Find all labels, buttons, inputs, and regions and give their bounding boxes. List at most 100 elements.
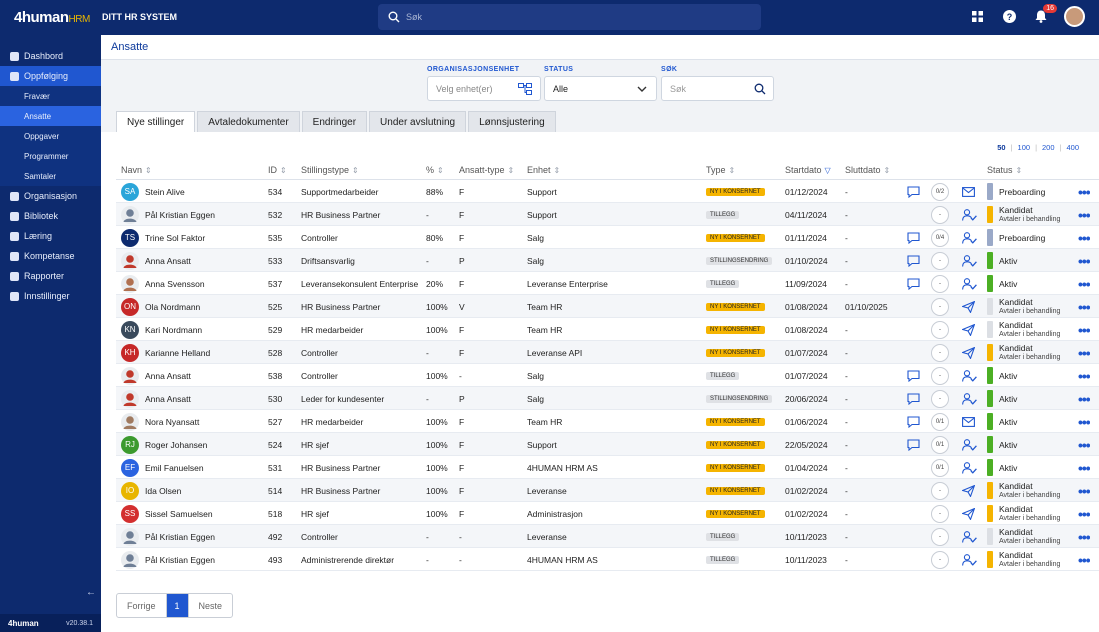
row-more-options-icon[interactable]: ••• — [1078, 272, 1090, 295]
task-progress-counter[interactable]: - — [931, 343, 949, 362]
task-progress-counter[interactable]: 0/2 — [931, 182, 949, 201]
page-size-50[interactable]: 50 — [997, 143, 1005, 152]
cell-name[interactable]: Pål Kristian Eggen — [121, 525, 266, 548]
cell-name[interactable]: Anna Ansatt — [121, 249, 266, 272]
row-more-options-icon[interactable]: ••• — [1078, 341, 1090, 364]
task-progress-counter[interactable]: - — [931, 366, 949, 385]
col-header-percent[interactable]: % ⇕ — [426, 160, 444, 180]
mail-icon[interactable] — [962, 410, 975, 433]
tab-avtaledokumenter[interactable]: Avtaledokumenter — [197, 111, 300, 132]
notifications-bell-icon[interactable]: 16 — [1032, 3, 1057, 26]
user-check-icon[interactable] — [962, 387, 977, 410]
task-progress-counter[interactable]: - — [931, 527, 949, 546]
global-search-input[interactable]: Søk — [378, 4, 761, 30]
sidebar-item-bibliotek[interactable]: Bibliotek — [0, 206, 101, 226]
cell-name[interactable]: Nora Nyansatt — [121, 410, 266, 433]
task-progress-counter[interactable]: 0/4 — [931, 228, 949, 247]
table-row[interactable]: SA Stein Alive 534 Supportmedarbeider 88% F Su… — [116, 180, 1099, 203]
task-progress-counter[interactable]: 0/1 — [931, 435, 949, 454]
cell-name[interactable]: KN Kari Nordmann — [121, 318, 266, 341]
cell-name[interactable]: KH Karianne Helland — [121, 341, 266, 364]
table-row[interactable]: SS Sissel Samuelsen 518 HR sjef 100% F Adminis… — [116, 502, 1099, 525]
chat-icon[interactable] — [907, 226, 920, 249]
sidebar-item-oppfolging[interactable]: Oppfølging — [0, 66, 101, 86]
col-header-employee-type[interactable]: Ansatt-type ⇕ — [459, 160, 514, 180]
tab-under-avslutning[interactable]: Under avslutning — [369, 111, 467, 132]
user-check-icon[interactable] — [962, 226, 977, 249]
task-progress-counter[interactable]: - — [931, 504, 949, 523]
user-check-icon[interactable] — [962, 525, 977, 548]
page-size-200[interactable]: 200 — [1042, 143, 1055, 152]
table-row[interactable]: Anna Ansatt 530 Leder for kundesenter - P Sal… — [116, 387, 1099, 410]
chat-icon[interactable] — [907, 387, 920, 410]
row-more-options-icon[interactable]: ••• — [1078, 502, 1090, 525]
cell-name[interactable]: TS Trine Sol Faktor — [121, 226, 266, 249]
cell-name[interactable]: SS Sissel Samuelsen — [121, 502, 266, 525]
row-more-options-icon[interactable]: ••• — [1078, 318, 1090, 341]
table-row[interactable]: RJ Roger Johansen 524 HR sjef 100% F Support NY… — [116, 433, 1099, 456]
col-header-name[interactable]: Navn ⇕ — [121, 160, 152, 180]
chat-icon[interactable] — [907, 410, 920, 433]
tab-lonnsjustering[interactable]: Lønnsjustering — [468, 111, 556, 132]
user-check-icon[interactable] — [962, 203, 977, 226]
chat-icon[interactable] — [907, 433, 920, 456]
send-icon[interactable] — [962, 295, 975, 318]
cell-name[interactable]: IO Ida Olsen — [121, 479, 266, 502]
table-row[interactable]: KH Karianne Helland 528 Controller - F Leveran… — [116, 341, 1099, 364]
sidebar-item-rapporter[interactable]: Rapporter — [0, 266, 101, 286]
col-header-id[interactable]: ID ⇕ — [268, 160, 287, 180]
cell-name[interactable]: Anna Ansatt — [121, 364, 266, 387]
table-row[interactable]: Anna Ansatt 533 Driftsansvarlig - P Salg STILL… — [116, 249, 1099, 272]
table-row[interactable]: Pål Kristian Eggen 492 Controller - - Leveran… — [116, 525, 1099, 548]
sidebar-subitem-programmer[interactable]: Programmer — [0, 146, 101, 166]
cell-name[interactable]: SA Stein Alive — [121, 180, 266, 203]
col-header-end-date[interactable]: Sluttdato ⇕ — [845, 160, 890, 180]
task-progress-counter[interactable]: - — [931, 389, 949, 408]
sidebar-subitem-fravaer[interactable]: Fravær — [0, 86, 101, 106]
sidebar-item-innstillinger[interactable]: Innstillinger — [0, 286, 101, 306]
chat-icon[interactable] — [907, 272, 920, 295]
user-check-icon[interactable] — [962, 249, 977, 272]
row-more-options-icon[interactable]: ••• — [1078, 479, 1090, 502]
table-row[interactable]: TS Trine Sol Faktor 535 Controller 80% F Salg N… — [116, 226, 1099, 249]
table-row[interactable]: Nora Nyansatt 527 HR medarbeider 100% F Team … — [116, 410, 1099, 433]
sidebar-item-organisasjon[interactable]: Organisasjon — [0, 186, 101, 206]
table-row[interactable]: ON Ola Nordmann 525 HR Business Partner 100%… — [116, 295, 1099, 318]
row-more-options-icon[interactable]: ••• — [1078, 249, 1090, 272]
page-size-400[interactable]: 400 — [1066, 143, 1079, 152]
col-header-position[interactable]: Stillingstype ⇕ — [301, 160, 359, 180]
status-select[interactable]: Alle — [544, 76, 657, 101]
col-header-type[interactable]: Type ⇕ — [706, 160, 735, 180]
row-more-options-icon[interactable]: ••• — [1078, 387, 1090, 410]
next-page-button[interactable]: Neste — [189, 594, 233, 617]
row-more-options-icon[interactable]: ••• — [1078, 180, 1090, 203]
cell-name[interactable]: EF Emil Fanuelsen — [121, 456, 266, 479]
send-icon[interactable] — [962, 502, 975, 525]
user-avatar[interactable] — [1064, 6, 1085, 27]
task-progress-counter[interactable]: - — [931, 320, 949, 339]
task-progress-counter[interactable]: 0/1 — [931, 458, 949, 477]
cell-name[interactable]: Anna Svensson — [121, 272, 266, 295]
row-more-options-icon[interactable]: ••• — [1078, 433, 1090, 456]
chat-icon[interactable] — [907, 249, 920, 272]
task-progress-counter[interactable]: - — [931, 297, 949, 316]
row-more-options-icon[interactable]: ••• — [1078, 364, 1090, 387]
sidebar-item-kompetanse[interactable]: Kompetanse — [0, 246, 101, 266]
task-progress-counter[interactable]: - — [931, 205, 949, 224]
row-more-options-icon[interactable]: ••• — [1078, 226, 1090, 249]
chat-icon[interactable] — [907, 364, 920, 387]
table-row[interactable]: Anna Ansatt 538 Controller 100% - Salg TILLEGG… — [116, 364, 1099, 387]
row-more-options-icon[interactable]: ••• — [1078, 203, 1090, 226]
table-row[interactable]: KN Kari Nordmann 529 HR medarbeider 100% F Tea… — [116, 318, 1099, 341]
task-progress-counter[interactable]: - — [931, 274, 949, 293]
col-header-start-date[interactable]: Startdato ▽ — [785, 160, 831, 180]
org-unit-select[interactable]: Velg enhet(er) — [427, 76, 541, 101]
chat-icon[interactable] — [907, 180, 920, 203]
page-size-100[interactable]: 100 — [1018, 143, 1031, 152]
user-check-icon[interactable] — [962, 433, 977, 456]
send-icon[interactable] — [962, 479, 975, 502]
task-progress-counter[interactable]: - — [931, 550, 949, 569]
task-progress-counter[interactable]: - — [931, 481, 949, 500]
cell-name[interactable]: RJ Roger Johansen — [121, 433, 266, 456]
user-check-icon[interactable] — [962, 364, 977, 387]
